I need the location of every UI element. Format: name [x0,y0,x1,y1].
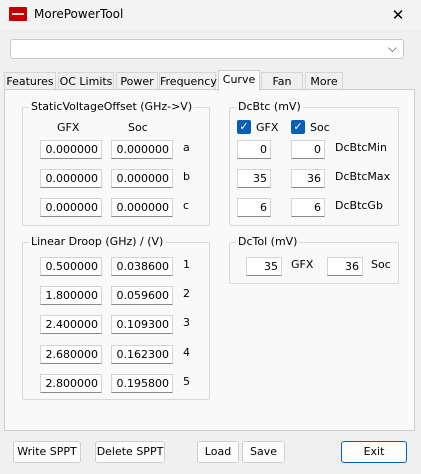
chevron-down-icon[interactable]: ⌵ [388,41,397,56]
dcbtcmin-gfx-input[interactable]: 0 [237,140,271,159]
col-soc-label: Soc [128,121,148,134]
droop-ghz-5-input[interactable]: 2.800000 [40,374,102,393]
dcbtc-gfx-checkbox[interactable]: ✓ [237,120,251,134]
svo-row-c-label: c [183,199,190,212]
dcbtcgb-soc-input[interactable]: 6 [291,198,325,217]
droop-row-4-label: 4 [183,346,190,359]
droop-ghz-3-input[interactable]: 2.400000 [40,315,102,334]
static-voltage-offset-title: StaticVoltageOffset (GHz->V) [29,100,195,113]
exit-button[interactable]: Exit [341,441,407,463]
title-bar: MorePowerTool ✕ [0,0,421,30]
tab-features[interactable]: Features [4,72,56,89]
linear-droop-title: Linear Droop (GHz) / (V) [29,235,166,248]
svo-gfx-c-input[interactable]: 0.000000 [40,198,102,217]
dcbtc-soc-checkbox[interactable]: ✓ [291,120,305,134]
dcbtc-title: DcBtc (mV) [236,100,303,113]
droop-v-5-input[interactable]: 0.195800 [111,374,173,393]
tab-more[interactable]: More [305,72,343,89]
droop-row-3-label: 3 [183,316,190,329]
dcbtcgb-gfx-input[interactable]: 6 [237,198,271,217]
droop-v-3-input[interactable]: 0.109300 [111,315,173,334]
save-button[interactable]: Save [242,441,285,463]
device-select[interactable]: ⌵ [10,39,404,59]
tab-fan[interactable]: Fan [261,72,303,89]
dctol-gfx-input[interactable]: 35 [246,257,282,276]
load-button[interactable]: Load [197,441,239,463]
tab-power[interactable]: Power [116,72,158,89]
checkmark-icon: ✓ [293,120,303,133]
droop-ghz-4-input[interactable]: 2.680000 [40,345,102,364]
tab-oc-limits[interactable]: OC Limits [58,72,114,89]
tab-curve[interactable]: Curve [218,70,260,91]
dcbtc-gfx-checkbox-label: GFX [256,121,279,134]
droop-v-1-input[interactable]: 0.038600 [111,257,173,276]
dcbtcmax-soc-input[interactable]: 36 [291,169,325,188]
dcbtcmin-label: DcBtcMin [335,141,387,154]
dcbtcmax-label: DcBtcMax [335,170,391,183]
droop-row-5-label: 5 [183,375,190,388]
droop-ghz-1-input[interactable]: 0.500000 [40,257,102,276]
svo-soc-b-input[interactable]: 0.000000 [111,169,173,188]
dctol-title: DcTol (mV) [236,235,300,248]
delete-sppt-button[interactable]: Delete SPPT [95,441,165,463]
col-gfx-label: GFX [57,121,80,134]
droop-ghz-2-input[interactable]: 1.800000 [40,286,102,305]
close-icon: ✕ [391,6,405,24]
droop-v-4-input[interactable]: 0.162300 [111,345,173,364]
svo-gfx-a-input[interactable]: 0.000000 [40,140,102,159]
svo-soc-c-input[interactable]: 0.000000 [111,198,173,217]
dctol-gfx-label: GFX [291,258,314,271]
checkmark-icon: ✓ [239,120,249,133]
droop-v-2-input[interactable]: 0.059600 [111,286,173,305]
dcbtc-soc-checkbox-label: Soc [310,121,330,134]
svo-row-b-label: b [183,170,190,183]
dctol-soc-label: Soc [371,258,391,271]
write-sppt-button[interactable]: Write SPPT [13,441,81,463]
tab-frequency[interactable]: Frequency [159,72,217,89]
app-icon [9,7,27,21]
window-title: MorePowerTool [34,7,124,21]
svo-soc-a-input[interactable]: 0.000000 [111,140,173,159]
svo-row-a-label: a [183,141,190,154]
close-button[interactable]: ✕ [375,0,421,30]
svo-gfx-b-input[interactable]: 0.000000 [40,169,102,188]
dcbtcmax-gfx-input[interactable]: 35 [237,169,271,188]
dcbtcmin-soc-input[interactable]: 0 [291,140,325,159]
dctol-soc-input[interactable]: 36 [327,257,363,276]
droop-row-1-label: 1 [183,258,190,271]
dcbtcgb-label: DcBtcGb [335,199,383,212]
droop-row-2-label: 2 [183,287,190,300]
